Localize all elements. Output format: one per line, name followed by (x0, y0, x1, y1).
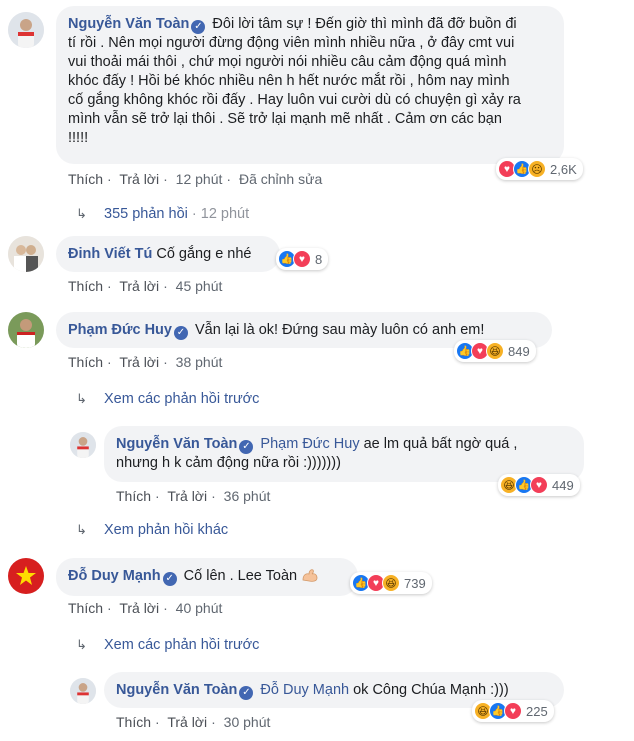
verified-badge-icon: ✓ (173, 326, 188, 340)
timestamp[interactable]: 40 phút (176, 600, 223, 616)
like-link[interactable]: Thích (116, 714, 151, 730)
reply-actions: Thích · Trả lời · 36 phút (116, 488, 271, 504)
reaction-count: 8 (315, 251, 323, 267)
comment-text-line: !!!!! (68, 130, 89, 146)
comment-text: Cố lên . Lee Toàn (183, 568, 298, 584)
reaction-summary[interactable]: 👍 ♥ 😆 739 (350, 572, 432, 594)
comment-bubble: Nguyễn Văn Toàn ✓ Đôi lời tâm sự ! Đến gi… (56, 6, 564, 164)
more-replies-link[interactable]: Xem phản hồi khác (104, 522, 228, 538)
reply-text: ok Công Chúa Mạnh :))) (353, 682, 509, 698)
reply-author[interactable]: Nguyễn Văn Toàn (116, 682, 237, 698)
comment-actions: Thích · Trả lời · 40 phút (68, 600, 223, 616)
comment-author[interactable]: Nguyễn Văn Toàn (68, 16, 189, 32)
avatar[interactable] (70, 432, 96, 458)
heart-icon: ♥ (504, 702, 522, 720)
view-previous-replies[interactable]: ↳ Xem các phản hồi trước (76, 391, 259, 407)
reply-actions: Thích · Trả lời · 30 phút (116, 714, 271, 730)
verified-badge-icon: ✓ (162, 572, 177, 586)
comment-author[interactable]: Đỗ Duy Mạnh (68, 568, 161, 584)
mention-link[interactable]: Đỗ Duy Mạnh (260, 682, 349, 698)
comment-actions: Thích · Trả lời · 12 phút · Đã chỉnh sửa (68, 171, 323, 187)
view-more-replies[interactable]: ↳ Xem phản hồi khác (76, 522, 228, 538)
reply-link[interactable]: Trả lời (119, 354, 159, 370)
comment-bubble: Đỗ Duy Mạnh ✓ Cố lên . Lee Toàn (56, 558, 358, 596)
comment-text-line: khóc đấy ! Hồi bé khóc nhiều nên h hết n… (68, 73, 510, 89)
replies-count[interactable]: 355 phản hồi (104, 206, 188, 222)
edited-label[interactable]: Đã chỉnh sửa (239, 171, 322, 187)
like-link[interactable]: Thích (68, 354, 103, 370)
like-link[interactable]: Thích (68, 171, 103, 187)
reaction-count: 849 (508, 343, 530, 359)
timestamp[interactable]: 45 phút (176, 278, 223, 294)
like-link[interactable]: Thích (116, 488, 151, 504)
previous-replies-link[interactable]: Xem các phản hồi trước (104, 637, 259, 653)
reply-arrow-icon: ↳ (76, 391, 87, 406)
reply-text-line: nhưng h k cảm động nữa rồi :))))))) (116, 455, 341, 471)
flexed-biceps-icon (301, 567, 319, 583)
reply-text-line: ae lm quả bất ngờ quá , (363, 436, 518, 452)
comment-text: Vẫn lại là ok! Đứng sau mày luôn có anh … (195, 322, 485, 338)
reply-link[interactable]: Trả lời (167, 488, 207, 504)
like-link[interactable]: Thích (68, 278, 103, 294)
reaction-summary[interactable]: 👍 ♥ 😆 849 (454, 340, 536, 362)
reply-arrow-icon: ↳ (76, 637, 87, 652)
comment-actions: Thích · Trả lời · 38 phút (68, 354, 223, 370)
comment-text-line: cố gắng không khóc rồi đấy . Hay luôn vu… (68, 92, 521, 108)
heart-icon: ♥ (293, 250, 311, 268)
comment-author[interactable]: Đinh Viết Tú (68, 246, 152, 262)
view-previous-replies[interactable]: ↳ Xem các phản hồi trước (76, 637, 259, 653)
laugh-icon: 😆 (382, 574, 400, 592)
reply-arrow-icon: ↳ (76, 206, 87, 221)
timestamp: 12 phút (200, 206, 250, 222)
reaction-count: 739 (404, 575, 426, 591)
sad-icon: ☹ (528, 160, 546, 178)
mention-link[interactable]: Phạm Đức Huy (260, 436, 359, 452)
avatar[interactable] (8, 558, 44, 594)
reaction-summary[interactable]: 😆 👍 ♥ 225 (472, 700, 554, 722)
reply-link[interactable]: Trả lời (119, 171, 159, 187)
comment-author[interactable]: Phạm Đức Huy (68, 322, 172, 338)
verified-badge-icon: ✓ (239, 440, 254, 454)
timestamp[interactable]: 12 phút (176, 171, 223, 187)
reply-author[interactable]: Nguyễn Văn Toàn (116, 436, 237, 452)
reply-link[interactable]: Trả lời (119, 600, 159, 616)
comment-bubble: Đinh Viết Tú Cố gắng e nhé (56, 236, 280, 272)
laugh-icon: 😆 (486, 342, 504, 360)
timestamp[interactable]: 38 phút (176, 354, 223, 370)
reply-link[interactable]: Trả lời (119, 278, 159, 294)
timestamp[interactable]: 30 phút (224, 714, 271, 730)
avatar[interactable] (8, 236, 44, 272)
comment-text-line: tí rồi . Nên mọi người đừng động viên mì… (68, 35, 515, 51)
comment-actions: Thích · Trả lời · 45 phút (68, 278, 223, 294)
reaction-summary[interactable]: ♥ 👍 ☹ 2,6K (496, 158, 583, 180)
comment-text-line: Đôi lời tâm sự ! Đến giờ thì mình đã đỡ … (212, 16, 517, 32)
view-replies[interactable]: ↳ 355 phản hồi · 12 phút (76, 206, 249, 222)
timestamp[interactable]: 36 phút (224, 488, 271, 504)
comment-text-line: vui thoải mái thôi , chứ mọi người nói n… (68, 54, 507, 70)
comment-text-line: mình vẫn sẽ trở lại thôi . Sẽ trở lại mạ… (68, 111, 502, 127)
comment-text: Cố gắng e nhé (156, 246, 252, 262)
avatar[interactable] (8, 312, 44, 348)
reaction-summary[interactable]: 👍 ♥ 8 (276, 248, 329, 270)
reaction-count: 225 (526, 703, 548, 719)
reaction-count: 449 (552, 477, 574, 493)
reply-arrow-icon: ↳ (76, 522, 87, 537)
avatar[interactable] (8, 12, 44, 48)
avatar[interactable] (70, 678, 96, 704)
reply-link[interactable]: Trả lời (167, 714, 207, 730)
reaction-summary[interactable]: 😆 👍 ♥ 449 (498, 474, 580, 496)
reaction-count: 2,6K (550, 161, 577, 177)
like-link[interactable]: Thích (68, 600, 103, 616)
verified-badge-icon: ✓ (239, 686, 254, 700)
heart-icon: ♥ (530, 476, 548, 494)
verified-badge-icon: ✓ (191, 20, 206, 34)
previous-replies-link[interactable]: Xem các phản hồi trước (104, 391, 259, 407)
